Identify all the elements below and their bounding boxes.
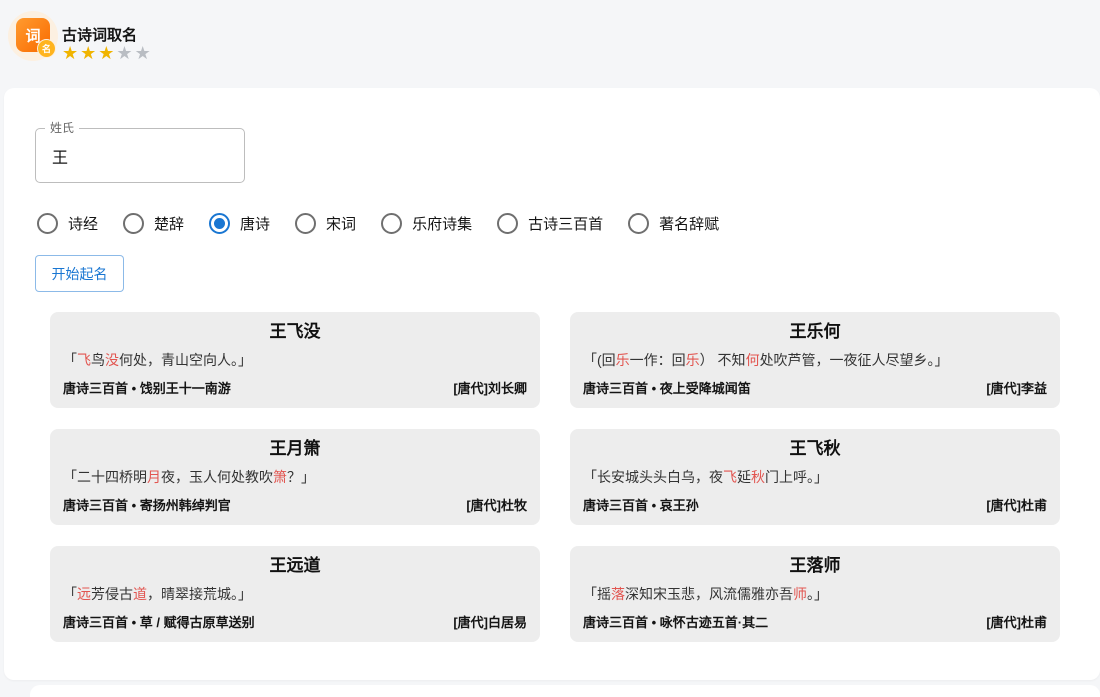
poem-source: 唐诗三百首 • 草 / 赋得古原草送别 <box>63 612 255 631</box>
radio-icon[interactable] <box>295 213 316 234</box>
app-logo-icon: 词 名 <box>8 11 58 61</box>
poem-source: 唐诗三百首 • 夜上受降城闻笛 <box>583 378 751 397</box>
highlighted-char: 箫 <box>273 469 287 485</box>
result-card-3: 王月箫 「二十四桥明月夜，玉人何处教吹箫？」 唐诗三百首 • 寄扬州韩绰判官 [… <box>50 429 540 525</box>
poem-source: 唐诗三百首 • 寄扬州韩绰判官 <box>63 495 231 514</box>
star-icon: ★ <box>62 43 80 63</box>
category-radio-option-2[interactable]: 楚辞 <box>123 213 184 234</box>
poem-meta: 唐诗三百首 • 草 / 赋得古原草送别 [唐代]白居易 <box>63 612 527 631</box>
radio-option-label: 宋词 <box>326 213 356 234</box>
page-title: 古诗词取名 <box>62 24 137 45</box>
poem-source: 唐诗三百首 • 哀王孙 <box>583 495 699 514</box>
poem-quote: 「远芳侵古道，晴翠接荒城。」 <box>63 585 527 603</box>
star-icon: ★ <box>80 43 98 63</box>
next-section-panel <box>30 685 1100 697</box>
poem-meta: 唐诗三百首 • 咏怀古迹五首·其二 [唐代]杜甫 <box>583 612 1047 631</box>
candidate-name: 王落师 <box>583 556 1047 576</box>
poem-quote: 「摇落深知宋玉悲，风流儒雅亦吾师。」 <box>583 585 1047 603</box>
surname-field: 姓氏 <box>35 128 245 183</box>
poem-author: [唐代]白居易 <box>453 612 527 631</box>
highlighted-char: 没 <box>105 352 119 368</box>
category-radio-option-5[interactable]: 乐府诗集 <box>381 213 472 234</box>
highlighted-char: 落 <box>611 586 625 602</box>
radio-icon[interactable] <box>381 213 402 234</box>
radio-icon[interactable] <box>497 213 518 234</box>
result-card-6: 王落师 「摇落深知宋玉悲，风流儒雅亦吾师。」 唐诗三百首 • 咏怀古迹五首·其二… <box>570 546 1060 642</box>
radio-option-label: 诗经 <box>68 213 98 234</box>
highlighted-char: 乐 <box>686 352 700 368</box>
star-icon: ★ <box>98 43 116 63</box>
candidate-name: 王远道 <box>63 556 527 576</box>
app-header: 词 名 古诗词取名 ★★★★★ <box>0 0 1100 88</box>
poem-author: [唐代]李益 <box>986 378 1047 397</box>
highlighted-char: 师 <box>793 586 807 602</box>
main-panel: 姓氏 诗经 楚辞 唐诗 宋词 乐府诗集 古诗三百首 著名辞赋 开始起名 王飞没 … <box>4 88 1100 680</box>
poem-meta: 唐诗三百首 • 饯别王十一南游 [唐代]刘长卿 <box>63 378 527 397</box>
poem-source: 唐诗三百首 • 咏怀古迹五首·其二 <box>583 612 768 631</box>
radio-icon[interactable] <box>628 213 649 234</box>
highlighted-char: 秋 <box>751 469 765 485</box>
poem-quote: 「长安城头头白乌，夜飞延秋门上呼。」 <box>583 468 1047 486</box>
result-card-4: 王飞秋 「长安城头头白乌，夜飞延秋门上呼。」 唐诗三百首 • 哀王孙 [唐代]杜… <box>570 429 1060 525</box>
candidate-name: 王乐何 <box>583 322 1047 342</box>
category-radio-group: 诗经 楚辞 唐诗 宋词 乐府诗集 古诗三百首 著名辞赋 <box>37 209 719 237</box>
poem-quote: 「飞鸟没何处，青山空向人。」 <box>63 351 527 369</box>
poem-author: [唐代]杜甫 <box>986 612 1047 631</box>
category-radio-option-4[interactable]: 宋词 <box>295 213 356 234</box>
star-icon: ★ <box>135 43 153 63</box>
result-card-1: 王飞没 「飞鸟没何处，青山空向人。」 唐诗三百首 • 饯别王十一南游 [唐代]刘… <box>50 312 540 408</box>
poem-quote: 「(回乐一作：回乐） 不知何处吹芦管，一夜征人尽望乡。」 <box>583 351 1047 369</box>
category-radio-option-3[interactable]: 唐诗 <box>209 213 270 234</box>
radio-option-label: 乐府诗集 <box>412 213 472 234</box>
result-card-2: 王乐何 「(回乐一作：回乐） 不知何处吹芦管，一夜征人尽望乡。」 唐诗三百首 •… <box>570 312 1060 408</box>
poem-author: [唐代]刘长卿 <box>453 378 527 397</box>
radio-icon[interactable] <box>37 213 58 234</box>
candidate-name: 王飞秋 <box>583 439 1047 459</box>
poem-meta: 唐诗三百首 • 哀王孙 [唐代]杜甫 <box>583 495 1047 514</box>
start-naming-button[interactable]: 开始起名 <box>35 255 124 292</box>
highlighted-char: 月 <box>147 469 161 485</box>
poem-author: [唐代]杜牧 <box>466 495 527 514</box>
radio-option-label: 唐诗 <box>240 213 270 234</box>
radio-option-label: 楚辞 <box>154 213 184 234</box>
radio-icon[interactable] <box>209 213 230 234</box>
results-grid: 王飞没 「飞鸟没何处，青山空向人。」 唐诗三百首 • 饯别王十一南游 [唐代]刘… <box>50 312 1060 642</box>
highlighted-char: 远 <box>77 586 91 602</box>
highlighted-char: 飞 <box>77 352 91 368</box>
poem-meta: 唐诗三百首 • 寄扬州韩绰判官 [唐代]杜牧 <box>63 495 527 514</box>
highlighted-char: 飞 <box>723 469 737 485</box>
rating-stars: ★★★★★ <box>62 43 153 63</box>
star-icon: ★ <box>116 43 134 63</box>
radio-option-label: 著名辞赋 <box>659 213 719 234</box>
category-radio-option-7[interactable]: 著名辞赋 <box>628 213 719 234</box>
radio-option-label: 古诗三百首 <box>528 213 603 234</box>
surname-input[interactable] <box>36 129 244 182</box>
candidate-name: 王飞没 <box>63 322 527 342</box>
category-radio-option-1[interactable]: 诗经 <box>37 213 98 234</box>
highlighted-char: 乐 <box>616 352 630 368</box>
poem-meta: 唐诗三百首 • 夜上受降城闻笛 [唐代]李益 <box>583 378 1047 397</box>
app-logo-badge-icon: 名 <box>38 40 55 57</box>
poem-quote: 「二十四桥明月夜，玉人何处教吹箫？」 <box>63 468 527 486</box>
highlighted-char: 道 <box>133 586 147 602</box>
highlighted-char: 何 <box>746 352 760 368</box>
poem-source: 唐诗三百首 • 饯别王十一南游 <box>63 378 231 397</box>
candidate-name: 王月箫 <box>63 439 527 459</box>
poem-author: [唐代]杜甫 <box>986 495 1047 514</box>
result-card-5: 王远道 「远芳侵古道，晴翠接荒城。」 唐诗三百首 • 草 / 赋得古原草送别 [… <box>50 546 540 642</box>
category-radio-option-6[interactable]: 古诗三百首 <box>497 213 603 234</box>
radio-icon[interactable] <box>123 213 144 234</box>
